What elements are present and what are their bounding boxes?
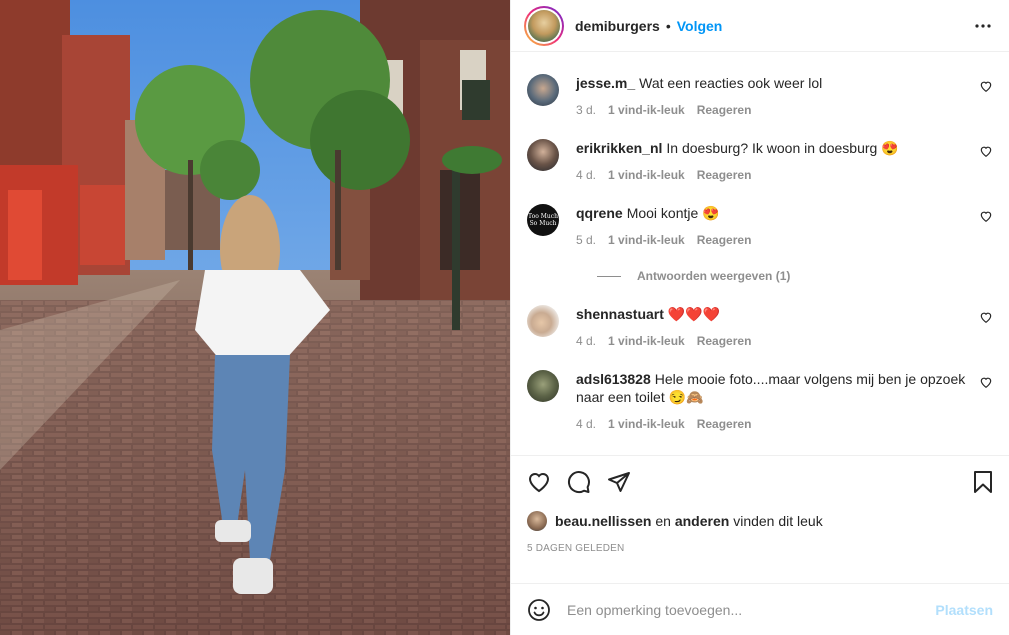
comment-time[interactable]: 4 d. (576, 417, 596, 431)
action-bar (511, 455, 1009, 507)
comment-time[interactable]: 3 d. (576, 103, 596, 117)
reply-button[interactable]: Reageren (697, 233, 752, 247)
comment-time[interactable]: 4 d. (576, 334, 596, 348)
liker-avatar[interactable] (527, 511, 547, 531)
comment-input[interactable] (567, 601, 936, 618)
avatar[interactable] (527, 305, 559, 337)
follow-button[interactable]: Volgen (677, 18, 723, 34)
post-sidebar: demiburgers • Volgen jesse.m_ Wat een rea… (510, 0, 1009, 635)
comment-username[interactable]: qqrene (576, 205, 623, 221)
comment-username[interactable]: jesse.m_ (576, 75, 635, 91)
comment-item: erikrikken_nl In doesburg? Ik woon in doe… (527, 117, 993, 182)
heart-icon[interactable] (979, 79, 993, 93)
reply-button[interactable]: Reageren (697, 103, 752, 117)
like-heart-icon[interactable] (527, 470, 551, 494)
story-ring[interactable] (524, 5, 564, 46)
share-icon[interactable] (607, 470, 631, 494)
comment-username[interactable]: adsl613828 (576, 371, 651, 387)
post-header: demiburgers • Volgen (511, 0, 1009, 52)
heart-icon[interactable] (979, 375, 993, 389)
comment-icon[interactable] (567, 470, 591, 494)
author-username[interactable]: demiburgers (575, 18, 660, 34)
post-modal: demiburgers • Volgen jesse.m_ Wat een rea… (0, 0, 1009, 635)
comment-item: Too Much So Much qqrene Mooi kontje 😍 5 d… (527, 182, 993, 247)
likes-summary: beau.nellissen en anderen vinden dit leu… (511, 507, 1009, 535)
likes-suffix: vinden dit leuk (729, 513, 823, 529)
bookmark-icon[interactable] (971, 470, 995, 494)
post-date[interactable]: 5 DAGEN GELEDEN (511, 535, 1009, 561)
comment-item: adsl613828 Hele mooie foto....maar volgen… (527, 348, 993, 431)
comment-time[interactable]: 4 d. (576, 168, 596, 182)
avatar[interactable]: Too Much So Much (527, 204, 559, 236)
comment-text: Mooi kontje 😍 (626, 205, 720, 221)
reply-button[interactable]: Reageren (697, 168, 752, 182)
reply-button[interactable]: Reageren (697, 417, 752, 431)
likes-connector: en (651, 513, 675, 529)
post-comment-button[interactable]: Plaatsen (935, 602, 993, 618)
avatar[interactable] (527, 370, 559, 402)
liker-username[interactable]: beau.nellissen (555, 513, 651, 529)
avatar-text-2: So Much (529, 220, 557, 227)
comment-likes[interactable]: 1 vind-ik-leuk (608, 334, 685, 348)
more-options-icon[interactable] (971, 14, 995, 38)
comment-likes[interactable]: 1 vind-ik-leuk (608, 168, 685, 182)
heart-icon[interactable] (979, 310, 993, 324)
add-comment-bar: Plaatsen (511, 583, 1009, 635)
view-replies-button[interactable]: Antwoorden weergeven (1) (597, 269, 993, 283)
comment-text: Wat een reacties ook weer lol (639, 75, 823, 91)
comment-text: In doesburg? Ik woon in doesburg 😍 (666, 140, 899, 156)
comment-likes[interactable]: 1 vind-ik-leuk (608, 103, 685, 117)
comment-likes[interactable]: 1 vind-ik-leuk (608, 233, 685, 247)
avatar-text-1: Too Much (528, 213, 558, 220)
comment-time[interactable]: 5 d. (576, 233, 596, 247)
comment-text: ❤️❤️❤️ (667, 306, 721, 322)
replies-divider (597, 275, 621, 277)
comment-likes[interactable]: 1 vind-ik-leuk (608, 417, 685, 431)
post-photo[interactable] (0, 0, 510, 635)
avatar (528, 9, 560, 42)
avatar[interactable] (527, 139, 559, 171)
avatar[interactable] (527, 74, 559, 106)
comment-item: shennastuart ❤️❤️❤️ 4 d. 1 vind-ik-leuk Rea… (527, 283, 993, 348)
comment-item: jesse.m_ Wat een reacties ook weer lol 3 … (527, 52, 993, 117)
separator-dot: • (665, 17, 671, 34)
heart-icon[interactable] (979, 209, 993, 223)
comment-username[interactable]: shennastuart (576, 306, 664, 322)
heart-icon[interactable] (979, 144, 993, 158)
likes-others-link[interactable]: anderen (675, 513, 729, 529)
view-replies-label: Antwoorden weergeven (1) (637, 269, 791, 283)
comments-list[interactable]: jesse.m_ Wat een reacties ook weer lol 3 … (511, 52, 1009, 455)
comment-username[interactable]: erikrikken_nl (576, 140, 662, 156)
reply-button[interactable]: Reageren (697, 334, 752, 348)
emoji-icon[interactable] (527, 598, 551, 622)
